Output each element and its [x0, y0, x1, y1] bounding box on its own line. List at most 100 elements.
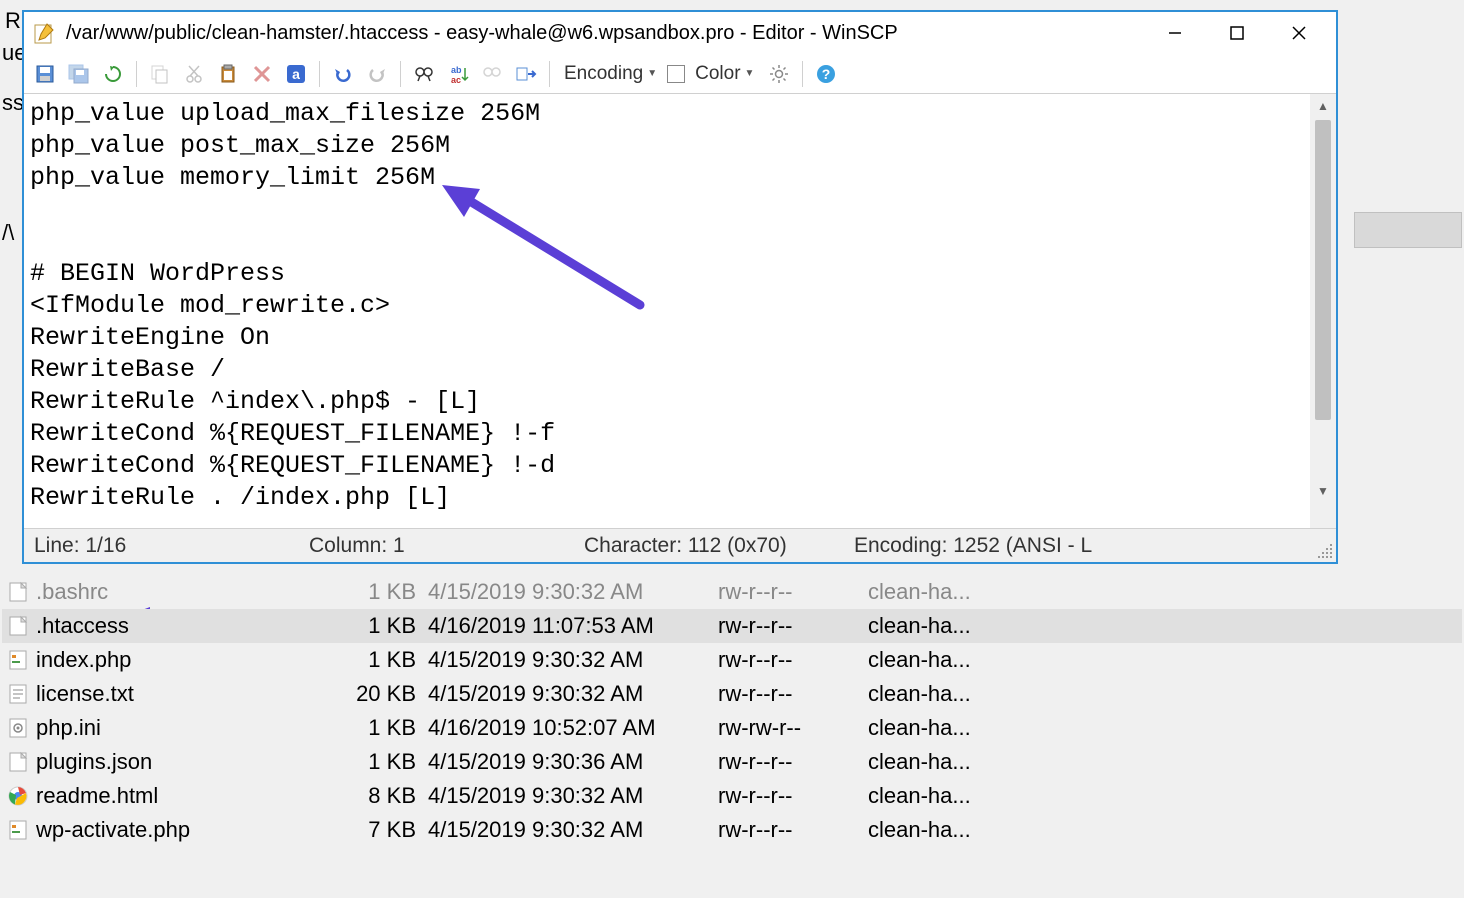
file-permissions: rw-r--r-- — [718, 817, 868, 843]
file-owner: clean-ha... — [868, 613, 1008, 639]
redo-button[interactable] — [362, 59, 392, 89]
file-size: 1 KB — [356, 647, 428, 673]
editor-textarea[interactable]: php_value upload_max_filesize 256M php_v… — [24, 94, 1310, 528]
file-row[interactable]: wp-activate.php7 KB4/15/2019 9:30:32 AMr… — [2, 813, 1462, 847]
file-row[interactable]: index.php1 KB4/15/2019 9:30:32 AMrw-r--r… — [2, 643, 1462, 677]
file-list[interactable]: .bashrc1 KB4/15/2019 9:30:32 AMrw-r--r--… — [2, 575, 1462, 847]
select-all-button[interactable]: a — [281, 59, 311, 89]
bg-fragment: R — [5, 8, 21, 34]
file-icon — [6, 580, 30, 604]
file-owner: clean-ha... — [868, 817, 1008, 843]
file-date: 4/15/2019 9:30:32 AM — [428, 579, 718, 605]
toolbar-separator — [549, 61, 550, 87]
help-button[interactable]: ? — [811, 59, 841, 89]
file-date: 4/16/2019 10:52:07 AM — [428, 715, 718, 741]
settings-button[interactable] — [764, 59, 794, 89]
file-date: 4/15/2019 9:30:32 AM — [428, 783, 718, 809]
reload-button[interactable] — [98, 59, 128, 89]
bg-fragment: /\ — [2, 220, 14, 246]
file-row[interactable]: readme.html 8 KB4/15/2019 9:30:32 AMrw-r-… — [2, 779, 1462, 813]
file-name: license.txt — [36, 681, 134, 707]
window-title: /var/www/public/clean-hamster/.htaccess … — [66, 22, 1144, 45]
file-size: 1 KB — [356, 749, 428, 775]
toolbar-separator — [802, 61, 803, 87]
replace-button[interactable]: abac — [443, 59, 473, 89]
minimize-button[interactable] — [1144, 14, 1206, 52]
svg-text:a: a — [292, 66, 300, 82]
toolbar-separator — [319, 61, 320, 87]
file-size: 7 KB — [356, 817, 428, 843]
editor-window: /var/www/public/clean-hamster/.htaccess … — [22, 10, 1338, 564]
file-icon — [6, 716, 30, 740]
scroll-down-icon[interactable]: ▼ — [1310, 479, 1336, 503]
file-icon — [6, 614, 30, 638]
svg-text:ab: ab — [451, 65, 462, 75]
status-column: Column: 1 — [299, 534, 574, 558]
file-size: 8 KB — [356, 783, 428, 809]
svg-text:?: ? — [822, 66, 831, 82]
file-owner: clean-ha... — [868, 579, 1008, 605]
title-bar[interactable]: /var/www/public/clean-hamster/.htaccess … — [24, 12, 1336, 54]
toolbar: a abac Encoding▼ Color▼ ? — [24, 54, 1336, 94]
scroll-up-icon[interactable]: ▲ — [1310, 94, 1336, 118]
chevron-down-icon: ▼ — [745, 68, 755, 79]
status-encoding: Encoding: 1252 (ANSI - L — [844, 534, 1102, 558]
file-name: php.ini — [36, 715, 101, 741]
encoding-dropdown[interactable]: Encoding▼ — [558, 63, 663, 85]
save-button[interactable] — [30, 59, 60, 89]
color-dropdown[interactable]: Color▼ — [689, 63, 760, 85]
undo-button[interactable] — [328, 59, 358, 89]
file-permissions: rw-r--r-- — [718, 749, 868, 775]
file-row[interactable]: php.ini1 KB4/16/2019 10:52:07 AMrw-rw-r-… — [2, 711, 1462, 745]
bg-divider — [1354, 212, 1462, 248]
file-owner: clean-ha... — [868, 681, 1008, 707]
svg-text:ac: ac — [451, 75, 461, 84]
file-permissions: rw-rw-r-- — [718, 715, 868, 741]
file-name: plugins.json — [36, 749, 152, 775]
toolbar-separator — [136, 61, 137, 87]
resize-grip-icon[interactable] — [1318, 544, 1334, 560]
close-button[interactable] — [1268, 14, 1330, 52]
goto-button[interactable] — [511, 59, 541, 89]
color-swatch[interactable] — [667, 65, 685, 83]
file-date: 4/15/2019 9:30:36 AM — [428, 749, 718, 775]
file-permissions: rw-r--r-- — [718, 579, 868, 605]
file-permissions: rw-r--r-- — [718, 681, 868, 707]
maximize-button[interactable] — [1206, 14, 1268, 52]
file-name: readme.html — [36, 783, 158, 809]
file-icon — [6, 750, 30, 774]
status-character: Character: 112 (0x70) — [574, 534, 844, 558]
file-row[interactable]: .htaccess1 KB4/16/2019 11:07:53 AMrw-r--… — [2, 609, 1462, 643]
file-permissions: rw-r--r-- — [718, 647, 868, 673]
file-name: .bashrc — [36, 579, 108, 605]
save-all-button[interactable] — [64, 59, 94, 89]
bg-fragment: ss — [2, 90, 24, 116]
editor-body: php_value upload_max_filesize 256M php_v… — [24, 94, 1336, 528]
file-icon — [6, 682, 30, 706]
file-date: 4/15/2019 9:30:32 AM — [428, 681, 718, 707]
find-button[interactable] — [409, 59, 439, 89]
copy-button[interactable] — [145, 59, 175, 89]
file-row[interactable]: .bashrc1 KB4/15/2019 9:30:32 AMrw-r--r--… — [2, 575, 1462, 609]
file-date: 4/15/2019 9:30:32 AM — [428, 817, 718, 843]
paste-button[interactable] — [213, 59, 243, 89]
chevron-down-icon: ▼ — [647, 68, 657, 79]
find-next-button[interactable] — [477, 59, 507, 89]
delete-button[interactable] — [247, 59, 277, 89]
file-date: 4/16/2019 11:07:53 AM — [428, 613, 718, 639]
scrollbar-thumb[interactable] — [1315, 120, 1331, 420]
file-size: 1 KB — [356, 613, 428, 639]
file-icon — [6, 648, 30, 672]
file-permissions: rw-r--r-- — [718, 783, 868, 809]
file-owner: clean-ha... — [868, 647, 1008, 673]
toolbar-separator — [400, 61, 401, 87]
status-bar: Line: 1/16 Column: 1 Character: 112 (0x7… — [24, 528, 1336, 562]
file-date: 4/15/2019 9:30:32 AM — [428, 647, 718, 673]
file-owner: clean-ha... — [868, 783, 1008, 809]
cut-button[interactable] — [179, 59, 209, 89]
file-icon — [6, 784, 30, 808]
file-row[interactable]: license.txt20 KB4/15/2019 9:30:32 AMrw-r… — [2, 677, 1462, 711]
vertical-scrollbar[interactable]: ▲ ▼ — [1310, 94, 1336, 528]
file-row[interactable]: plugins.json 1 KB4/15/2019 9:30:36 AMrw-r… — [2, 745, 1462, 779]
file-icon — [6, 818, 30, 842]
